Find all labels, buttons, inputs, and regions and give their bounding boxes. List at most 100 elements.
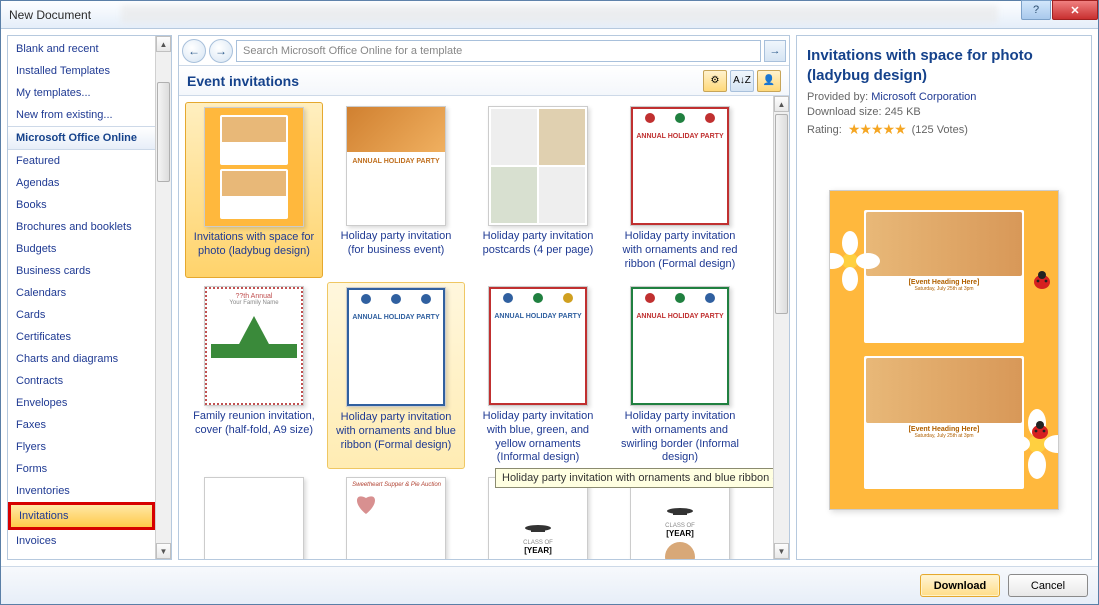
template-label: Holiday party invitation postcards (4 pe… [473, 230, 603, 272]
sidebar-item-charts-and-diagrams[interactable]: Charts and diagrams [8, 348, 155, 370]
sidebar-item-business-cards[interactable]: Business cards [8, 260, 155, 282]
scroll-up-icon[interactable]: ▲ [774, 96, 789, 112]
dialog-footer: Download Cancel [1, 566, 1098, 604]
grid-scrollbar[interactable]: ▲ ▼ [773, 96, 789, 559]
template-thumbnail: ANNUAL HOLIDAY PARTY [488, 286, 588, 406]
help-button[interactable]: ? [1021, 0, 1051, 20]
template-label: Holiday party invitation with blue, gree… [473, 410, 603, 465]
sidebar-item-inventories[interactable]: Inventories [8, 480, 155, 502]
template-tile[interactable]: ANNUAL HOLIDAY PARTYHoliday party invita… [611, 102, 749, 278]
template-label: Family reunion invitation, cover (half-f… [189, 410, 319, 452]
template-tile[interactable]: ANNUAL HOLIDAY PARTYHoliday party invita… [327, 282, 465, 469]
template-tile[interactable]: ANNUAL HOLIDAY PARTYHoliday party invita… [327, 102, 465, 278]
dialog-body: Blank and recentInstalled TemplatesMy te… [1, 29, 1098, 566]
sidebar-item-featured[interactable]: Featured [8, 150, 155, 172]
download-button[interactable]: Download [920, 574, 1000, 597]
scroll-track[interactable] [156, 52, 171, 543]
sidebar-item-cards[interactable]: Cards [8, 304, 155, 326]
user-templates-button[interactable]: 👤 [757, 70, 781, 92]
scroll-track[interactable] [774, 112, 789, 543]
template-thumbnail [488, 106, 588, 226]
sidebar-item-books[interactable]: Books [8, 194, 155, 216]
scroll-down-icon[interactable]: ▼ [156, 543, 171, 559]
window-title: New Document [9, 8, 91, 22]
forward-button[interactable]: → [209, 39, 233, 63]
sidebar-item-new-from-existing[interactable]: New from existing... [8, 104, 155, 126]
ladybug-icon [1032, 271, 1052, 291]
sidebar-item-my-templates[interactable]: My templates... [8, 82, 155, 104]
search-input[interactable]: Search Microsoft Office Online for a tem… [236, 40, 761, 62]
template-thumbnail: ANNUAL HOLIDAY PARTY [346, 287, 446, 407]
scroll-up-icon[interactable]: ▲ [156, 36, 171, 52]
scroll-thumb[interactable] [157, 82, 170, 182]
preview-thumbnail: [Event Heading Here] Saturday, July 25th… [829, 190, 1059, 510]
category-header: Event invitations ⚙ A↓Z 👤 [179, 66, 789, 96]
back-button[interactable]: ← [182, 39, 206, 63]
template-tile[interactable]: ??th AnnualYour Family NameFamily reunio… [185, 282, 323, 469]
window-controls: ? ✕ [1020, 0, 1098, 20]
templates-panel: ← → Search Microsoft Office Online for a… [178, 35, 790, 560]
sidebar-item-brochures-and-booklets[interactable]: Brochures and booklets [8, 216, 155, 238]
template-label: Holiday party invitation with ornaments … [615, 410, 745, 465]
template-tile[interactable]: Holiday party invitation postcards (4 pe… [469, 102, 607, 278]
preview-panel: Invitations with space for photo (ladybu… [796, 35, 1092, 560]
sidebar-item-microsoft-office-online: Microsoft Office Online [8, 126, 155, 150]
template-thumbnail: ANNUAL HOLIDAY PARTY [630, 286, 730, 406]
template-label: Holiday party invitation with ornaments … [332, 411, 460, 453]
sort-button[interactable]: A↓Z [730, 70, 754, 92]
scroll-down-icon[interactable]: ▼ [774, 543, 789, 559]
sidebar-item-installed-templates[interactable]: Installed Templates [8, 60, 155, 82]
sidebar-item-certificates[interactable]: Certificates [8, 326, 155, 348]
template-tile[interactable]: ANNUAL HOLIDAY PARTYHoliday party invita… [611, 282, 749, 469]
scroll-thumb[interactable] [775, 114, 788, 314]
template-thumbnail: CLASS OF[YEAR] [488, 477, 588, 559]
card-heading: [Event Heading Here] [866, 279, 1022, 286]
sidebar-item-faxes[interactable]: Faxes [8, 414, 155, 436]
rating-row: Rating: ★★★★★ (125 Votes) [807, 121, 1081, 138]
template-tile[interactable]: join usjoin us [185, 473, 323, 559]
card-heading: [Event Heading Here] [866, 426, 1022, 433]
flower-icon [1002, 409, 1059, 479]
download-size-value: 245 KB [885, 106, 921, 118]
star-icon: ★★★★★ [848, 121, 906, 138]
background-blur [121, 5, 998, 23]
search-toolbar: ← → Search Microsoft Office Online for a… [179, 36, 789, 66]
categories-sidebar: Blank and recentInstalled TemplatesMy te… [7, 35, 172, 560]
tooltip: Holiday party invitation with ornaments … [495, 468, 773, 488]
new-document-dialog: New Document ? ✕ Blank and recentInstall… [0, 0, 1099, 605]
category-title: Event invitations [187, 73, 700, 89]
close-button[interactable]: ✕ [1052, 0, 1098, 20]
template-tile[interactable]: ANNUAL HOLIDAY PARTYHoliday party invita… [469, 282, 607, 469]
template-thumbnail: CLASS OF[YEAR] [630, 477, 730, 559]
template-thumbnail: join usjoin us [204, 477, 304, 559]
sidebar-item-flyers[interactable]: Flyers [8, 436, 155, 458]
template-tile[interactable]: Invitations with space for photo (ladybu… [185, 102, 323, 278]
card-detail: Saturday, July 25th at 3pm [866, 286, 1022, 292]
template-thumbnail: ANNUAL HOLIDAY PARTY [346, 106, 446, 226]
provided-by-label: Provided by: [807, 91, 868, 103]
preview-image-container: [Event Heading Here] Saturday, July 25th… [807, 150, 1081, 549]
template-label: Invitations with space for photo (ladybu… [190, 231, 318, 273]
sidebar-item-blank-and-recent[interactable]: Blank and recent [8, 38, 155, 60]
sidebar-item-invoices[interactable]: Invoices [8, 530, 155, 552]
download-size-label: Download size: [807, 106, 882, 118]
sidebar-item-budgets[interactable]: Budgets [8, 238, 155, 260]
titlebar: New Document ? ✕ [1, 1, 1098, 29]
sidebar-scrollbar[interactable]: ▲ ▼ [155, 36, 171, 559]
preview-title: Invitations with space for photo (ladybu… [807, 46, 1081, 85]
sidebar-item-contracts[interactable]: Contracts [8, 370, 155, 392]
search-go-button[interactable]: → [764, 40, 786, 62]
view-options-button[interactable]: ⚙ [703, 70, 727, 92]
cancel-button[interactable]: Cancel [1008, 574, 1088, 597]
template-tile[interactable]: Sweetheart Supper & Pie Auction [327, 473, 465, 559]
sidebar-item-forms[interactable]: Forms [8, 458, 155, 480]
sidebar-item-calendars[interactable]: Calendars [8, 282, 155, 304]
sidebar-item-envelopes[interactable]: Envelopes [8, 392, 155, 414]
category-list[interactable]: Blank and recentInstalled TemplatesMy te… [8, 36, 155, 559]
sidebar-item-agendas[interactable]: Agendas [8, 172, 155, 194]
template-thumbnail: ??th AnnualYour Family Name [204, 286, 304, 406]
provider-link[interactable]: Microsoft Corporation [871, 91, 976, 103]
sidebar-item-invitations[interactable]: Invitations [8, 502, 155, 530]
template-thumbnail [204, 107, 304, 227]
templates-grid[interactable]: Invitations with space for photo (ladybu… [179, 96, 773, 559]
